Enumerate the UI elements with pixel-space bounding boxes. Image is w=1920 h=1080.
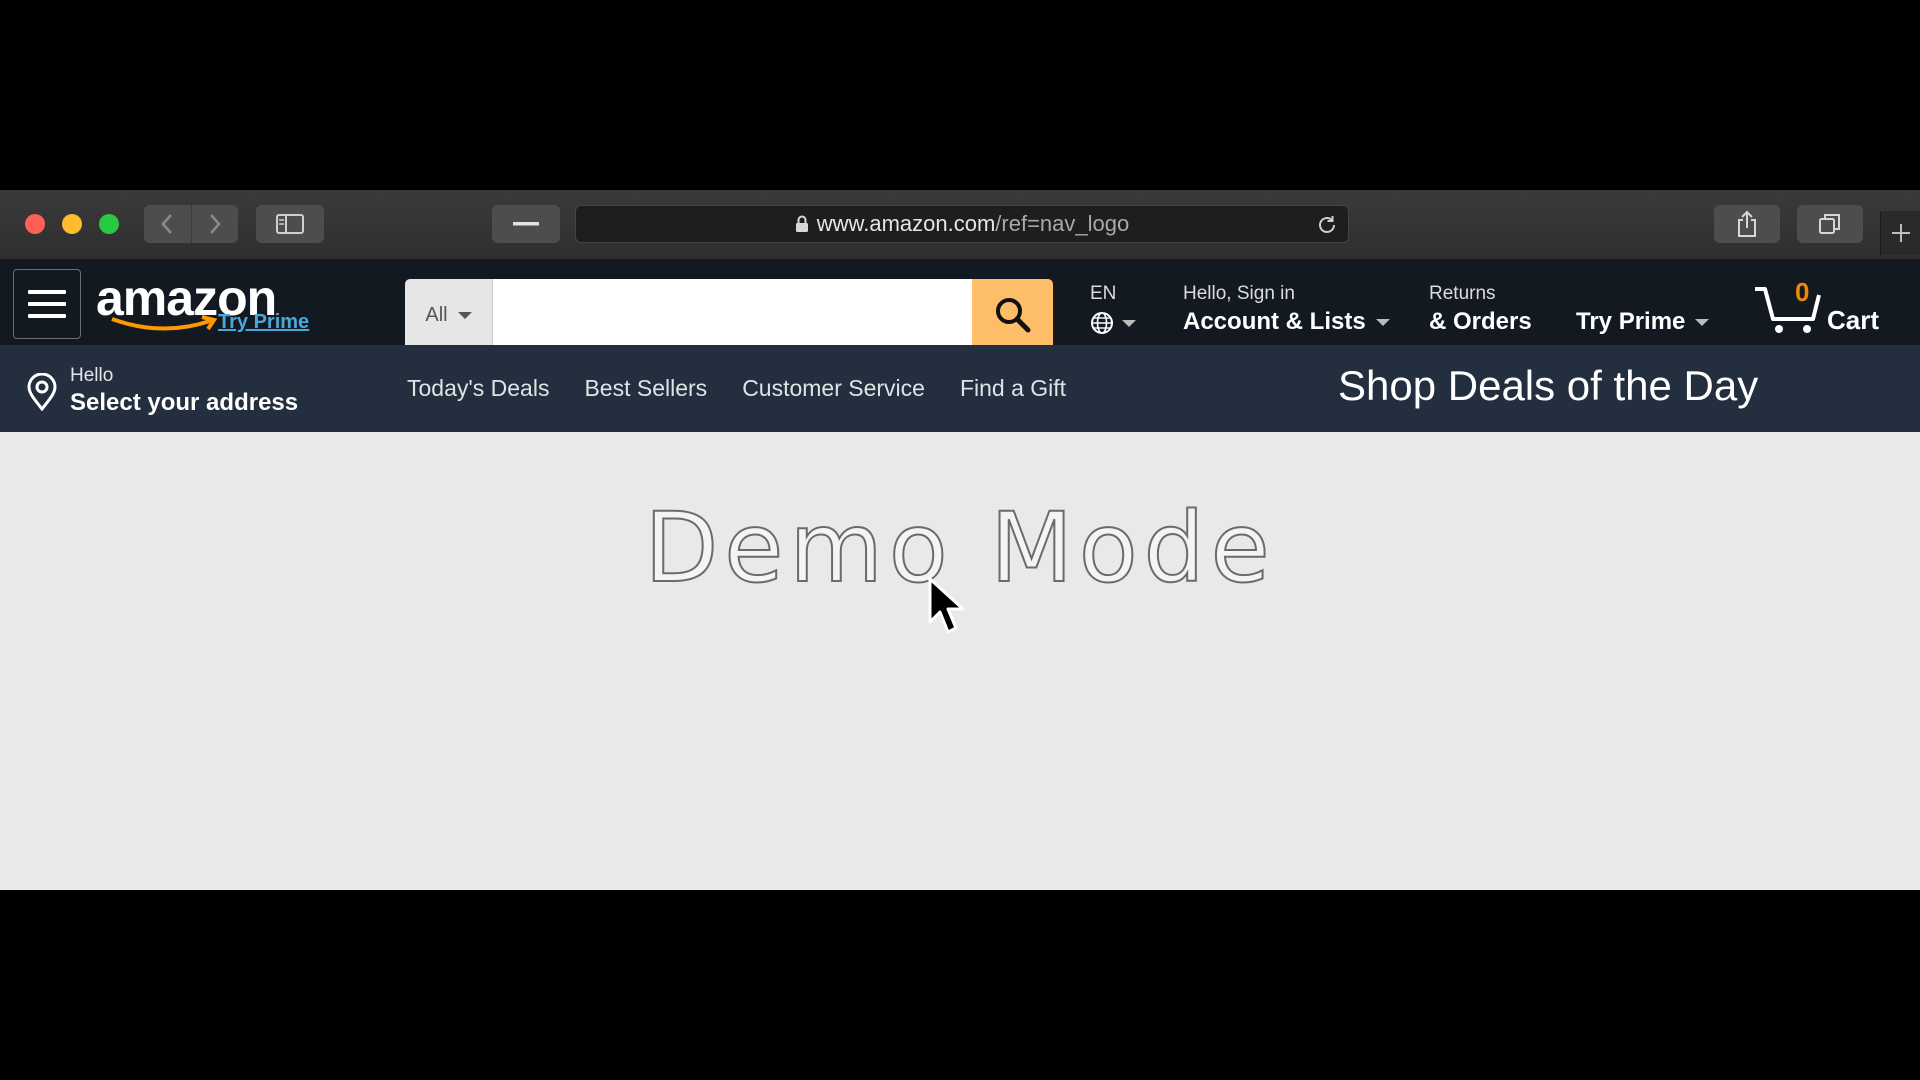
caret-down-icon: [1695, 318, 1710, 326]
page-content: Demo Mode: [0, 432, 1920, 890]
orders-label: & Orders: [1429, 308, 1532, 335]
safari-toolbar: www.amazon.com/ref=nav_logo: [0, 190, 1920, 260]
reload-icon[interactable]: [1316, 214, 1338, 236]
tab-overview-button[interactable]: [1797, 205, 1863, 243]
amazon-subnav: Hello Select your address Today's Deals …: [0, 345, 1920, 432]
try-prime-label: Try Prime: [1576, 308, 1686, 335]
caret-down-icon: [1375, 318, 1390, 326]
caret-down-icon: [457, 311, 472, 319]
subnav-links: Today's Deals Best Sellers Customer Serv…: [407, 375, 1066, 402]
search-department-select[interactable]: All: [405, 279, 493, 351]
subnav-link-find-a-gift[interactable]: Find a Gift: [960, 375, 1066, 402]
share-icon: [1738, 210, 1756, 237]
account-greeting: Hello, Sign in: [1183, 283, 1295, 304]
browser-window: www.amazon.com/ref=nav_logo amazon Try P…: [0, 190, 1920, 890]
caret-down-icon: [1122, 319, 1136, 327]
cart-count: 0: [1795, 277, 1810, 307]
cart-button[interactable]: 0 Cart: [1753, 277, 1893, 337]
search-bar: All: [405, 279, 1053, 351]
plus-icon: [1892, 224, 1910, 242]
returns-orders-link[interactable]: Returns & Orders: [1429, 281, 1532, 337]
address-greeting: Hello: [70, 365, 114, 386]
location-pin-icon: [27, 373, 57, 411]
language-code: EN: [1090, 283, 1117, 304]
promo-banner-link[interactable]: Shop Deals of the Day: [1338, 362, 1758, 410]
language-selector[interactable]: EN: [1090, 281, 1136, 335]
history-nav: [144, 205, 238, 243]
zoom-window-button[interactable]: [99, 214, 119, 234]
back-button[interactable]: [144, 205, 191, 243]
close-window-button[interactable]: [25, 214, 45, 234]
mouse-pointer-icon: [928, 577, 965, 634]
subnav-link-customer-service[interactable]: Customer Service: [742, 375, 925, 402]
subnav-link-best-sellers[interactable]: Best Sellers: [584, 375, 707, 402]
logo-try-prime: Try Prime: [218, 311, 310, 333]
amazon-header: amazon Try Prime All EN Hello, Sign in A…: [0, 259, 1920, 351]
zoom-out-button[interactable]: [492, 205, 560, 243]
address-bar[interactable]: www.amazon.com/ref=nav_logo: [575, 205, 1349, 243]
url-path: /ref=nav_logo: [995, 211, 1130, 236]
address-label: Select your address: [70, 389, 299, 416]
chevron-right-icon: [209, 214, 221, 234]
tabs-icon: [1819, 214, 1840, 234]
new-tab-button[interactable]: [1880, 211, 1920, 255]
try-prime-menu[interactable]: Try Prime: [1576, 307, 1710, 337]
lock-icon: [795, 215, 808, 232]
search-button[interactable]: [972, 279, 1053, 351]
returns-label: Returns: [1429, 283, 1496, 304]
chevron-left-icon: [161, 214, 173, 234]
department-label: All: [425, 303, 448, 326]
minimize-window-button[interactable]: [62, 214, 82, 234]
account-label: Account & Lists: [1183, 308, 1366, 335]
smile-arrow-icon: [111, 315, 218, 331]
globe-icon: [1091, 312, 1113, 334]
search-input[interactable]: [493, 279, 972, 351]
amazon-logo[interactable]: amazon Try Prime: [96, 270, 316, 335]
url-host: www.amazon.com: [816, 211, 996, 236]
minus-icon: [513, 222, 539, 226]
search-icon: [995, 298, 1030, 333]
sidebar-button[interactable]: [256, 205, 324, 243]
cart-icon: [1755, 287, 1821, 333]
menu-button[interactable]: [13, 269, 81, 339]
cart-label: Cart: [1827, 305, 1880, 335]
share-button[interactable]: [1714, 205, 1780, 243]
delivery-address-selector[interactable]: Hello Select your address: [26, 363, 326, 419]
forward-button[interactable]: [191, 205, 238, 243]
sidebar-icon: [276, 214, 304, 234]
account-lists-menu[interactable]: Hello, Sign in Account & Lists: [1183, 281, 1390, 337]
subnav-link-todays-deals[interactable]: Today's Deals: [407, 375, 549, 402]
